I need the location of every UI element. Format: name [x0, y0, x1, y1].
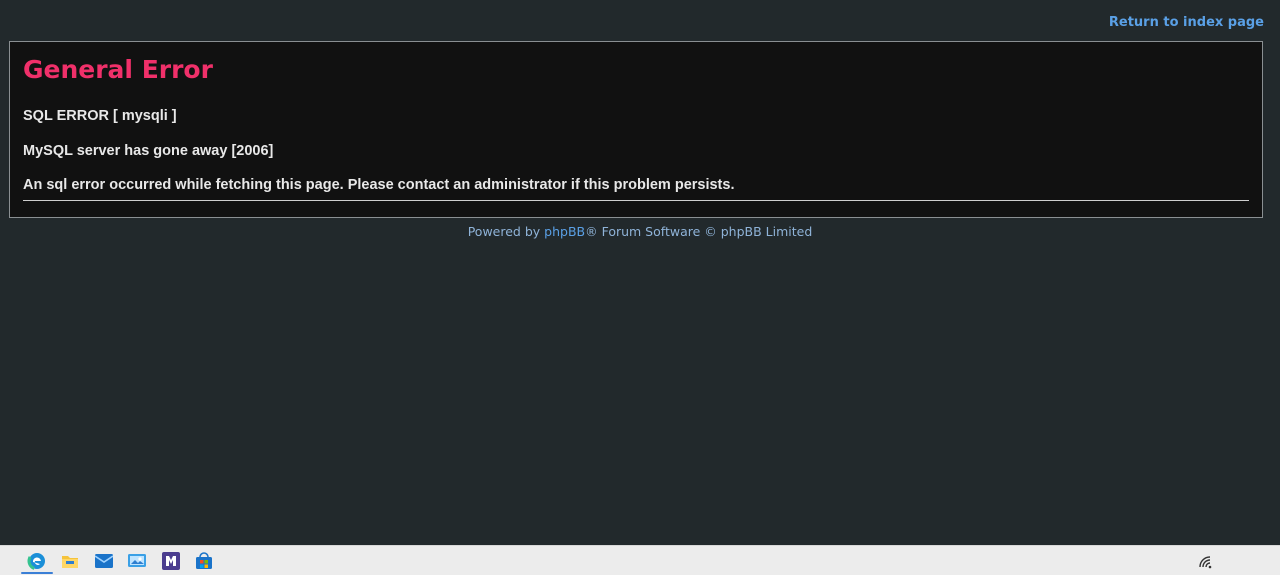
footer-prefix: Powered by [467, 224, 545, 239]
sql-error-message: SQL ERROR [ mysqli ] [23, 108, 177, 124]
mail-icon[interactable] [93, 550, 115, 572]
error-description: An sql error occurred while fetching thi… [23, 177, 735, 193]
return-to-index-link[interactable]: Return to index page [1109, 15, 1264, 30]
teams-icon[interactable] [160, 550, 182, 572]
store-icon[interactable] [193, 550, 215, 572]
divider [23, 200, 1249, 201]
mysql-error-message: MySQL server has gone away [2006] [23, 143, 274, 159]
taskbar [0, 545, 1280, 575]
photos-icon[interactable] [126, 550, 148, 572]
edge-icon[interactable] [26, 550, 48, 572]
active-app-indicator [21, 572, 53, 574]
file-explorer-icon[interactable] [59, 550, 81, 572]
footer: Powered by phpBB® Forum Software © phpBB… [0, 224, 1280, 240]
footer-suffix: ® Forum Software © phpBB Limited [585, 224, 813, 239]
page: Return to index page General Error SQL E… [0, 0, 1280, 545]
error-panel: General Error SQL ERROR [ mysqli ] MySQL… [9, 41, 1263, 218]
phpbb-link[interactable]: phpBB [544, 224, 585, 239]
network-icon[interactable] [1198, 554, 1212, 569]
error-title: General Error [23, 55, 213, 84]
